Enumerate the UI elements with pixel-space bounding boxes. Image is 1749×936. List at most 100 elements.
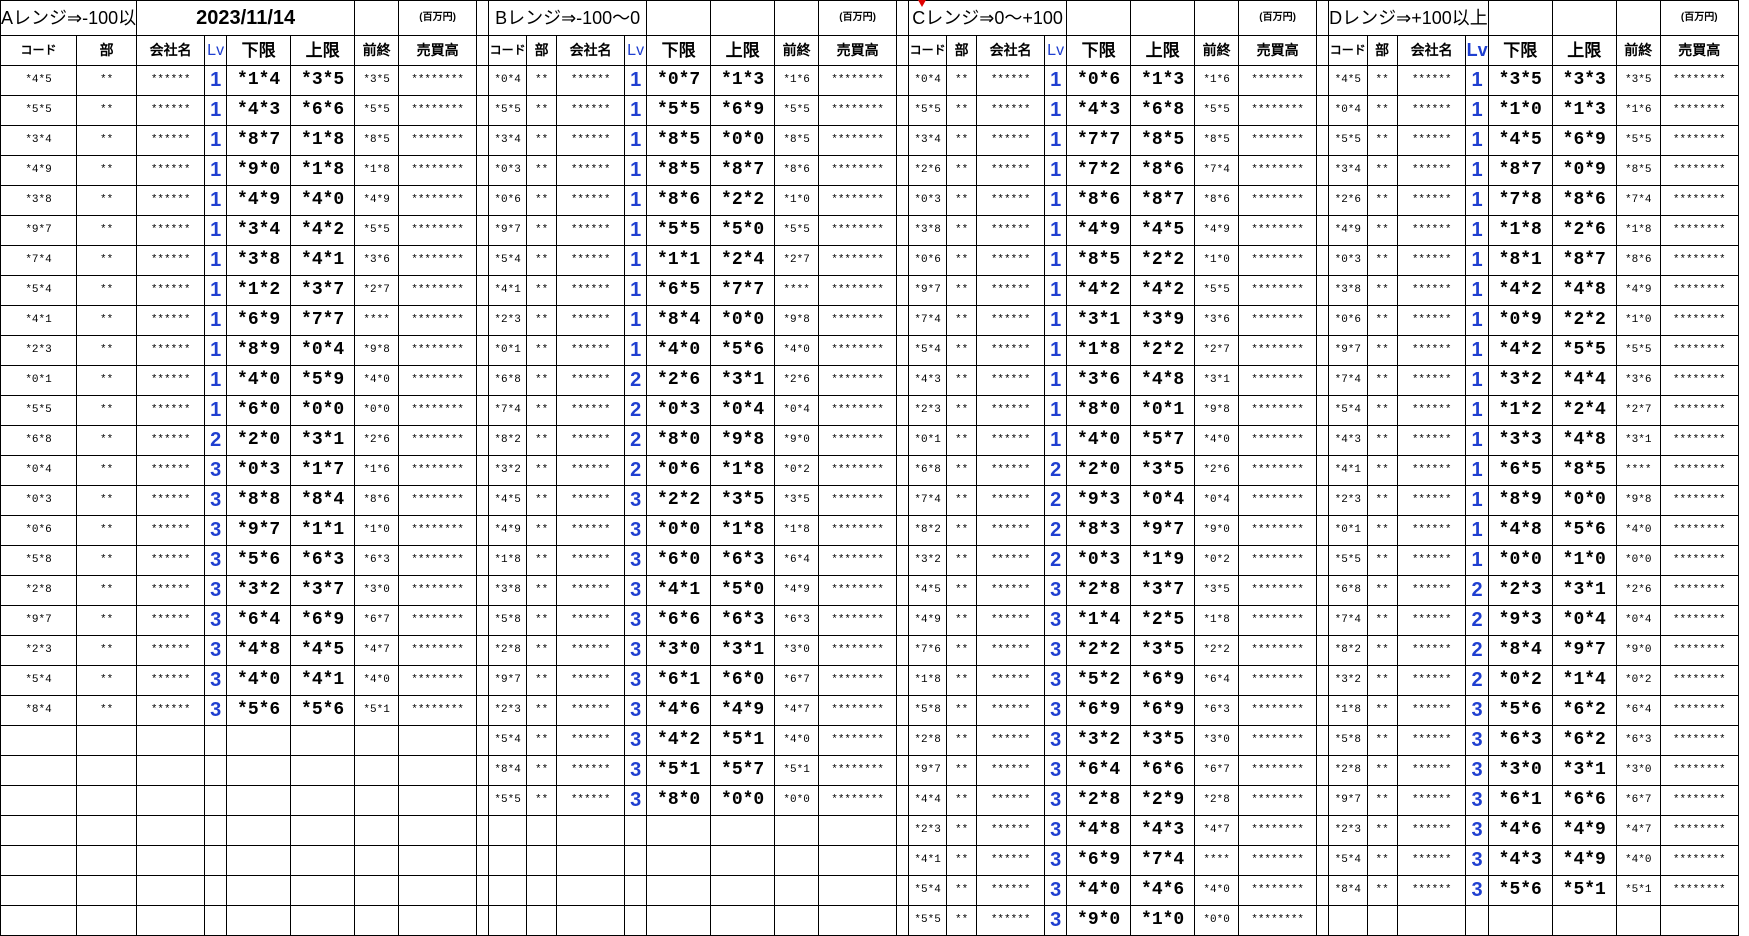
cell-name[interactable]: ****** [976, 575, 1046, 606]
cell-sales[interactable]: ******** [818, 95, 898, 126]
cell-bu[interactable]: ** [526, 425, 558, 456]
cell-sales[interactable]: ******** [1659, 65, 1739, 96]
cell-sales[interactable]: ******** [1238, 545, 1318, 576]
header-bu[interactable]: 部 [946, 35, 978, 66]
cell-lo[interactable]: *3*2 [1066, 725, 1132, 756]
cell-lo[interactable]: *6*4 [226, 605, 292, 636]
cell-lv[interactable]: 1 [1465, 185, 1489, 216]
cell-code[interactable]: *5*5 [488, 785, 528, 816]
cell-hi[interactable]: *3*3 [1551, 65, 1617, 96]
cell-lv[interactable]: 1 [1044, 305, 1068, 336]
cell-hi[interactable]: *0*4 [1551, 605, 1617, 636]
cell-sales[interactable]: ******** [1659, 695, 1739, 726]
cell-name[interactable]: ****** [136, 695, 206, 726]
cell-bu[interactable]: ** [946, 65, 978, 96]
cell-name[interactable]: ****** [976, 245, 1046, 276]
cell-prev[interactable]: *4*0 [1194, 875, 1240, 906]
cell-prev[interactable]: *7*4 [1194, 155, 1240, 186]
cell-bu[interactable]: ** [76, 455, 138, 486]
cell-prev[interactable] [774, 905, 820, 936]
cell-bu[interactable]: ** [76, 575, 138, 606]
cell-lo[interactable]: *0*9 [1487, 305, 1553, 336]
cell-name[interactable]: ****** [136, 215, 206, 246]
cell-prev[interactable] [354, 725, 400, 756]
cell-code[interactable]: *7*4 [908, 485, 948, 516]
cell-hi[interactable]: *1*7 [290, 455, 356, 486]
cell-lo[interactable]: *3*6 [1066, 365, 1132, 396]
cell-hi[interactable]: *6*3 [710, 545, 776, 576]
cell-name[interactable] [136, 725, 206, 756]
cell-code[interactable] [0, 875, 78, 906]
cell-lv[interactable]: 1 [1465, 215, 1489, 246]
cell-name[interactable]: ****** [136, 485, 206, 516]
cell-lv[interactable]: 1 [204, 335, 228, 366]
cell-code[interactable]: *5*5 [908, 95, 948, 126]
cell-prev[interactable]: *2*8 [1194, 785, 1240, 816]
cell-bu[interactable] [526, 845, 558, 876]
cell-hi[interactable]: *0*0 [290, 395, 356, 426]
cell-lo[interactable]: *6*6 [646, 605, 712, 636]
cell-sales[interactable] [398, 725, 478, 756]
cell-lv[interactable]: 2 [1044, 455, 1068, 486]
cell-lo[interactable]: *9*3 [1066, 485, 1132, 516]
cell-code[interactable]: *9*7 [1328, 335, 1368, 366]
cell-sales[interactable]: ******** [818, 335, 898, 366]
cell-bu[interactable]: ** [1366, 785, 1398, 816]
cell-lo[interactable]: *2*6 [646, 365, 712, 396]
cell-lo[interactable]: *8*6 [1066, 185, 1132, 216]
cell-code[interactable]: *3*8 [0, 185, 78, 216]
cell-bu[interactable]: ** [526, 455, 558, 486]
cell-code[interactable]: *4*5 [1328, 65, 1368, 96]
cell-prev[interactable]: *1*8 [1615, 215, 1661, 246]
cell-bu[interactable]: ** [946, 395, 978, 426]
cell-prev[interactable]: *1*8 [1194, 605, 1240, 636]
cell-lv[interactable]: 3 [624, 635, 648, 666]
cell-prev[interactable]: *0*0 [1194, 905, 1240, 936]
cell-sales[interactable] [818, 815, 898, 846]
cell-prev[interactable]: **** [774, 275, 820, 306]
cell-name[interactable]: ****** [1396, 845, 1467, 876]
cell-hi[interactable]: *1*8 [290, 155, 356, 186]
cell-sales[interactable]: ******** [818, 755, 898, 786]
cell-lv[interactable] [624, 905, 648, 936]
cell-lo[interactable]: *1*4 [1066, 605, 1132, 636]
cell-code[interactable]: *4*3 [908, 365, 948, 396]
cell-code[interactable]: *5*5 [908, 905, 948, 936]
cell-name[interactable]: ****** [1396, 275, 1467, 306]
cell-sales[interactable]: ******** [1238, 755, 1318, 786]
cell-sales[interactable]: ******** [1238, 335, 1318, 366]
cell-lo[interactable]: *3*5 [1487, 65, 1553, 96]
cell-lv[interactable]: 3 [204, 455, 228, 486]
cell-code[interactable]: *5*4 [488, 245, 528, 276]
cell-prev[interactable]: *3*5 [354, 65, 400, 96]
cell-lo[interactable] [646, 905, 712, 936]
cell-name[interactable]: ****** [976, 755, 1046, 786]
cell-bu[interactable]: ** [526, 275, 558, 306]
cell-prev[interactable] [354, 815, 400, 846]
empty-cell[interactable] [774, 0, 820, 36]
cell-hi[interactable]: *1*1 [290, 515, 356, 546]
cell-lo[interactable] [646, 875, 712, 906]
cell-lo[interactable]: *4*0 [226, 665, 292, 696]
cell-lv[interactable]: 1 [624, 65, 648, 96]
cell-hi[interactable]: *3*7 [290, 575, 356, 606]
cell-sales[interactable]: ******** [1238, 575, 1318, 606]
empty-cell[interactable] [1130, 0, 1196, 36]
cell-prev[interactable]: *5*5 [1615, 335, 1661, 366]
unit-label-2[interactable]: (百万円) [1238, 0, 1318, 36]
cell-hi[interactable]: *6*3 [290, 545, 356, 576]
cell-hi[interactable]: *4*5 [290, 635, 356, 666]
cell-lv[interactable]: 1 [1044, 365, 1068, 396]
cell-code[interactable]: *5*8 [1328, 725, 1368, 756]
cell-bu[interactable]: ** [76, 305, 138, 336]
cell-sales[interactable]: ******** [818, 155, 898, 186]
cell-lo[interactable]: *5*1 [646, 755, 712, 786]
cell-code[interactable]: *5*8 [0, 545, 78, 576]
cell-sales[interactable]: ******** [1659, 185, 1739, 216]
cell-prev[interactable]: *8*6 [774, 155, 820, 186]
cell-hi[interactable]: *5*6 [710, 335, 776, 366]
cell-name[interactable]: ****** [136, 515, 206, 546]
header-hi[interactable]: 上限 [290, 35, 356, 66]
cell-sales[interactable]: ******** [1238, 395, 1318, 426]
cell-prev[interactable]: **** [354, 305, 400, 336]
